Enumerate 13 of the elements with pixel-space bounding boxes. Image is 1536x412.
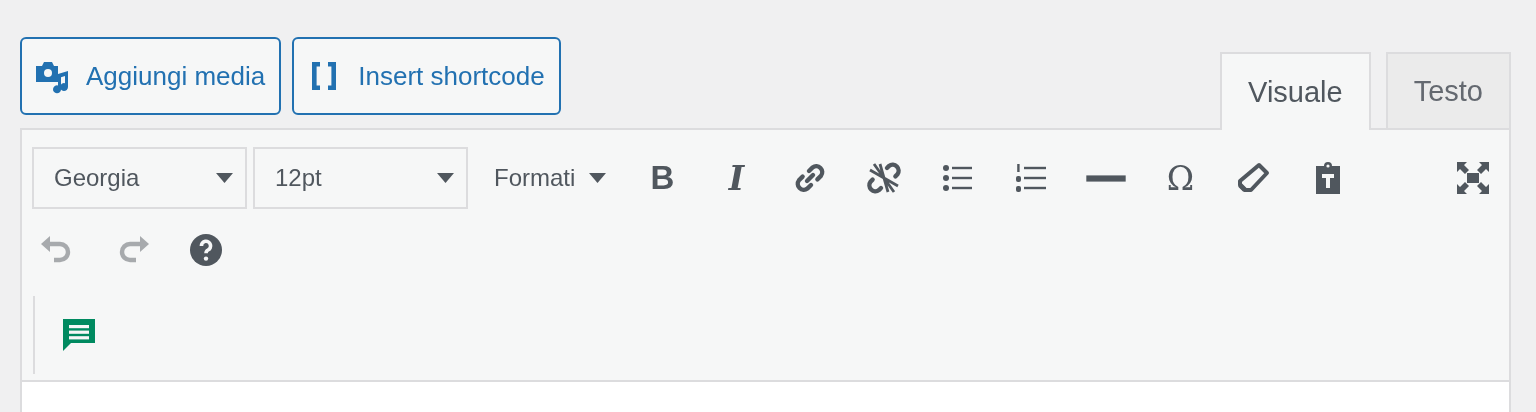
add-media-button[interactable]: Aggiungi media (20, 37, 282, 115)
size-select[interactable]: 12pt (253, 147, 468, 209)
editor-tab[interactable]: Testo (1385, 52, 1511, 128)
italic-button[interactable]: I (710, 152, 763, 204)
formats-menu[interactable]: Formati (474, 164, 627, 192)
bold-button[interactable]: B (636, 152, 689, 204)
shortcode-button[interactable]: Insert shortcode (292, 37, 561, 115)
font-select[interactable]: Georgia (32, 147, 247, 209)
caret-icon (589, 171, 607, 185)
caret-icon (216, 171, 233, 185)
caret-icon (437, 171, 454, 185)
special-character-button[interactable]: Ω (1154, 152, 1207, 204)
editor-tab[interactable]: Visuale (1220, 52, 1371, 130)
